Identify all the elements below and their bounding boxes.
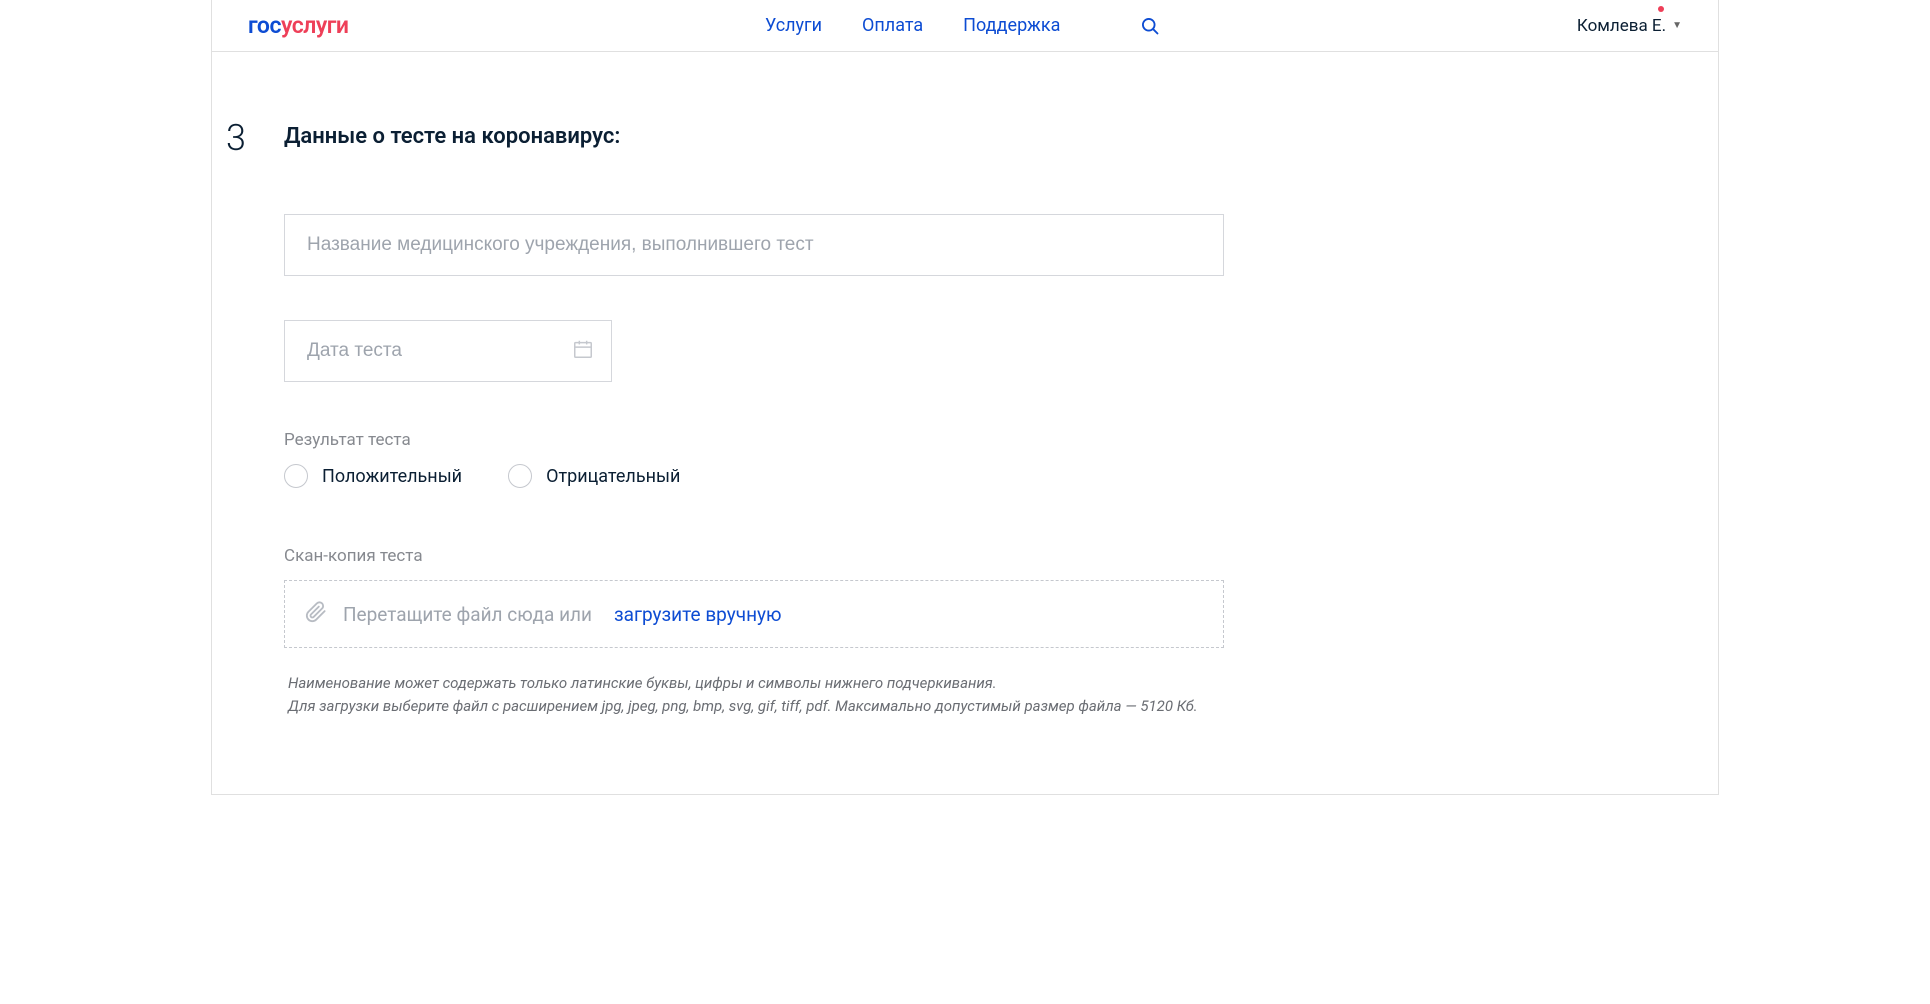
upload-link[interactable]: загрузите вручную xyxy=(614,603,782,626)
result-radio-group: Положительный Отрицательный xyxy=(284,464,1224,488)
radio-negative[interactable]: Отрицательный xyxy=(508,464,680,488)
search-icon xyxy=(1140,16,1160,36)
content: 3 Данные о тесте на коронавирус: xyxy=(212,52,1718,767)
hint-line-1: Наименование может содержать только лати… xyxy=(288,674,997,692)
date-input-wrap xyxy=(284,320,612,382)
radio-positive[interactable]: Положительный xyxy=(284,464,462,488)
nav: Услуги Оплата Поддержка xyxy=(765,15,1160,36)
nav-payment[interactable]: Оплата xyxy=(862,15,923,36)
nav-support[interactable]: Поддержка xyxy=(963,15,1060,36)
header: госуслуги Услуги Оплата Поддержка Комлев… xyxy=(212,0,1718,52)
upload-hint: Наименование может содержать только лати… xyxy=(284,672,1224,717)
notification-dot-icon xyxy=(1658,6,1664,12)
upload-text: Перетащите файл сюда или xyxy=(343,603,592,626)
radio-positive-label: Положительный xyxy=(322,466,462,487)
form: Результат теста Положительный Отрицатель… xyxy=(284,214,1224,717)
test-date-input[interactable] xyxy=(284,320,612,382)
logo-part-2: услуги xyxy=(281,12,349,39)
radio-icon xyxy=(284,464,308,488)
user-menu[interactable]: Комлева Е. ▼ xyxy=(1577,16,1682,36)
logo[interactable]: госуслуги xyxy=(248,12,348,39)
file-upload-dropzone[interactable]: Перетащите файл сюда или загрузите вручн… xyxy=(284,580,1224,648)
step-number: 3 xyxy=(212,120,284,156)
logo-part-1: гос xyxy=(248,12,281,39)
scan-label: Скан-копия теста xyxy=(284,546,1224,566)
institution-input[interactable] xyxy=(284,214,1224,276)
nav-services[interactable]: Услуги xyxy=(765,15,822,36)
step-title: Данные о тесте на коронавирус: xyxy=(284,120,620,149)
radio-negative-label: Отрицательный xyxy=(546,466,680,487)
step-header: 3 Данные о тесте на коронавирус: xyxy=(212,120,1718,156)
result-label: Результат теста xyxy=(284,430,1224,450)
user-name: Комлева Е. xyxy=(1577,16,1666,36)
chevron-down-icon: ▼ xyxy=(1672,20,1682,31)
search-button[interactable] xyxy=(1140,16,1160,36)
paperclip-icon xyxy=(305,601,327,627)
hint-line-2: Для загрузки выберите файл с расширением… xyxy=(288,697,1198,715)
radio-icon xyxy=(508,464,532,488)
